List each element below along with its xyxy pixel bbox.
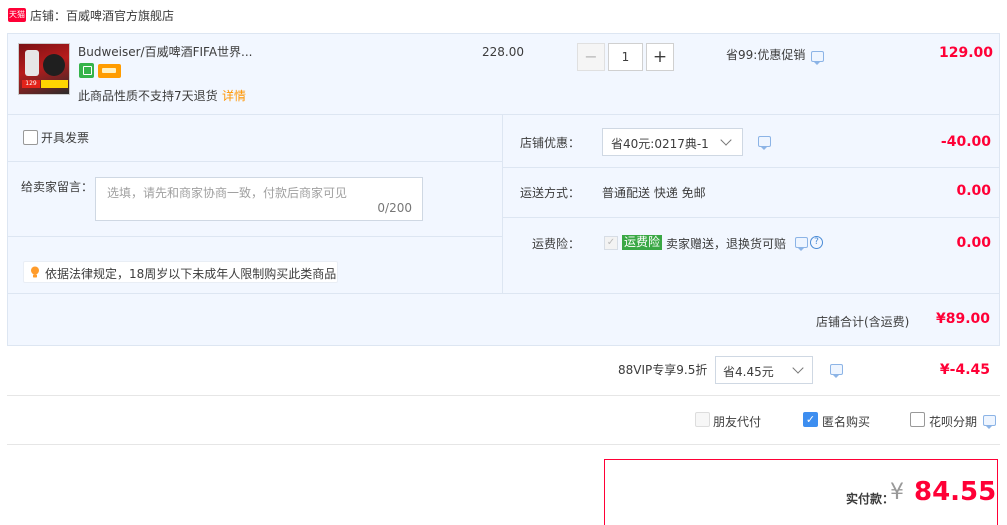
shop-total-amount: ¥89.00	[936, 311, 991, 327]
total-divider	[8, 293, 1000, 294]
help-icon[interactable]: ?	[810, 236, 823, 249]
insurance-label: 运费险：	[531, 237, 580, 251]
product-title[interactable]: Budweiser/百威啤酒FIFA世界...	[78, 43, 253, 60]
age-restriction-notice: 依据法律规定，18周岁以下未成年人限制购买此类商品	[23, 261, 338, 283]
insurance-description: 卖家赠送，退换货可赔	[666, 237, 787, 251]
left-divider-1	[8, 161, 502, 162]
promotion-text: 省99:优惠促销	[726, 48, 806, 62]
friend-pay-label[interactable]: 朋友代付	[713, 413, 761, 430]
product-thumbnail[interactable]: 129	[18, 43, 70, 95]
coupon-selected-value: 省40元:0217典-1	[611, 137, 709, 151]
cart-item-row: 129 Budweiser/百威啤酒FIFA世界... 此商品性质不支持7天退货…	[7, 33, 1000, 115]
store-name[interactable]: 店铺：百威啤酒官方旗舰店	[30, 7, 174, 24]
vip-discount-label: 88VIP专享9.5折	[618, 363, 708, 377]
quantity-input[interactable]: 1	[608, 43, 643, 71]
anonymous-label[interactable]: 匿名购买	[822, 413, 870, 430]
divider	[7, 395, 1000, 396]
anonymous-checkbox[interactable]: ✓	[803, 412, 818, 427]
shop-discount-amount: -40.00	[940, 134, 991, 150]
right-divider-1	[503, 167, 1000, 168]
payment-summary: 实付款： ¥ 84.55	[604, 459, 998, 525]
shipping-label: 运送方式：	[519, 186, 580, 200]
lightbulb-icon	[31, 266, 39, 278]
return-detail-link[interactable]: 详情	[222, 87, 246, 104]
vip-selected-value: 省4.45元	[723, 365, 774, 379]
promotion-chat-icon[interactable]	[811, 51, 824, 65]
shipping-fee: 0.00	[956, 183, 991, 199]
shipping-method: 普通配送 快递 免邮	[602, 186, 706, 200]
quantity-decrease-button[interactable]: −	[577, 43, 605, 71]
installment-chat-icon[interactable]	[983, 415, 996, 429]
installment-label[interactable]: 花呗分期	[929, 413, 977, 430]
guarantee-icon	[79, 63, 94, 78]
coupon-chat-icon[interactable]	[758, 136, 771, 150]
shop-discount-label: 店铺优惠：	[519, 136, 580, 150]
right-divider-2	[503, 217, 1000, 218]
return-policy-note: 此商品性质不支持7天退货	[78, 89, 218, 103]
thumbnail-banner	[41, 80, 68, 88]
insurance-chat-icon[interactable]	[795, 237, 808, 251]
chevron-down-icon	[720, 134, 732, 146]
order-options-panel: 开具发票 给卖家留言： 选填，请先和商家协商一致，付款后商家可见 0/200 依…	[7, 115, 1000, 346]
store-header: 天猫 店铺：百威啤酒官方旗舰店	[0, 0, 1007, 30]
insurance-tag: 运费险	[622, 235, 663, 250]
left-divider-2	[8, 236, 502, 237]
installment-checkbox[interactable]	[910, 412, 925, 427]
thumbnail-ball-shape	[43, 54, 65, 76]
item-subtotal: 129.00	[938, 45, 993, 61]
card-payment-icon	[98, 64, 121, 78]
shop-total-label: 店铺合计(含运费)	[816, 315, 910, 329]
vip-discount-select[interactable]: 省4.45元	[715, 356, 813, 384]
currency-symbol: ¥	[890, 480, 904, 505]
payment-label: 实付款：	[846, 492, 895, 506]
invoice-checkbox[interactable]	[23, 130, 38, 145]
insurance-fee: 0.00	[956, 235, 991, 251]
notice-text: 依据法律规定，18周岁以下未成年人限制购买此类商品	[45, 267, 337, 281]
vip-chat-icon[interactable]	[830, 364, 843, 378]
payment-amount: 84.55	[914, 477, 997, 507]
tmall-logo-icon: 天猫	[8, 8, 26, 22]
thumbnail-price-tag: 129	[22, 80, 40, 88]
thumbnail-bottle-shape	[25, 50, 39, 76]
seller-memo-input[interactable]: 选填，请先和商家协商一致，付款后商家可见 0/200	[95, 177, 423, 221]
options-divider	[502, 115, 503, 293]
friend-pay-checkbox[interactable]	[695, 412, 710, 427]
invoice-label[interactable]: 开具发票	[41, 129, 89, 146]
shop-coupon-select[interactable]: 省40元:0217典-1	[602, 128, 743, 156]
insurance-checkbox: ✓	[604, 236, 618, 250]
vip-discount-amount: ¥-4.45	[939, 362, 990, 378]
memo-char-count: 0/200	[377, 201, 412, 215]
divider	[7, 444, 1000, 445]
memo-placeholder: 选填，请先和商家协商一致，付款后商家可见	[107, 186, 348, 200]
quantity-increase-button[interactable]: +	[646, 43, 674, 71]
chevron-down-icon	[792, 362, 804, 374]
memo-label: 给卖家留言：	[21, 180, 94, 194]
unit-price: 228.00	[482, 45, 524, 59]
